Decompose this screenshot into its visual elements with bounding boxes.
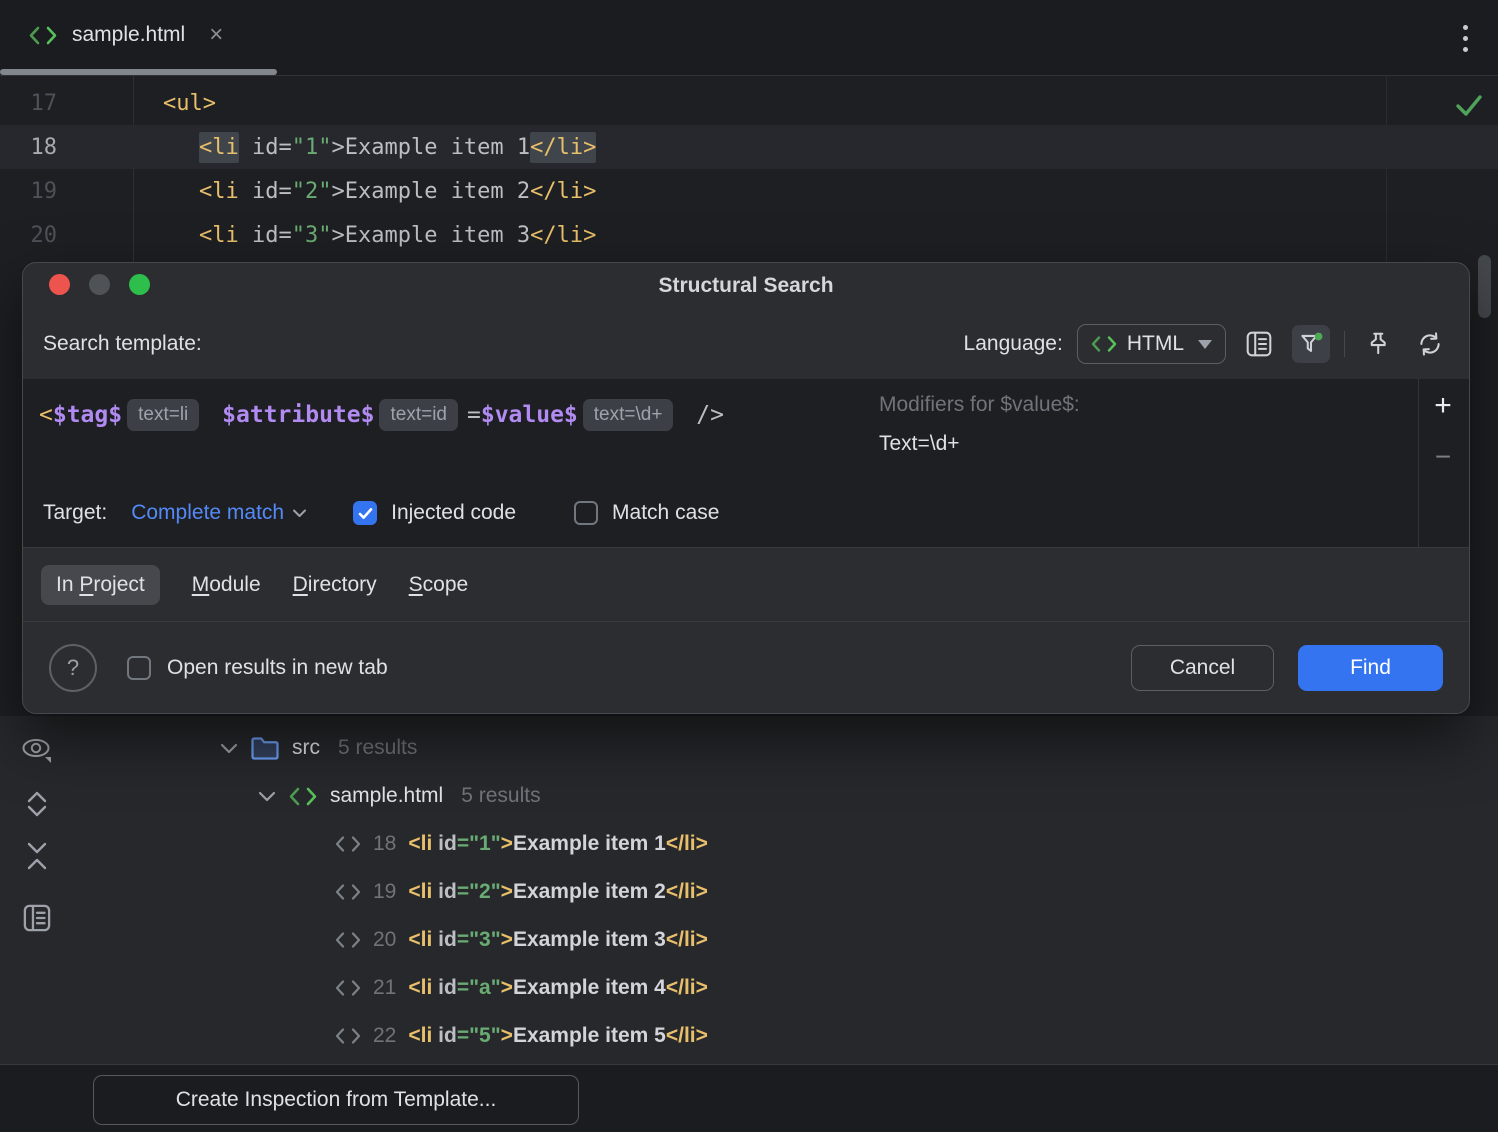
- scope-tab-scope[interactable]: Scope: [409, 573, 469, 597]
- kebab-menu-icon[interactable]: [1456, 22, 1474, 54]
- scope-tab-in-project[interactable]: In Project: [41, 565, 160, 605]
- modifier-value[interactable]: Text=\d+: [879, 432, 1080, 456]
- search-template-row: Search template: Language: HTML: [43, 315, 1449, 373]
- match-case-checkbox[interactable]: [574, 501, 598, 525]
- scope-tab-module[interactable]: Module: [192, 573, 261, 597]
- editor-line: 20 <li id="3">Example item 3</li>: [0, 213, 1498, 257]
- scope-tab-directory[interactable]: Directory: [293, 573, 377, 597]
- match-row[interactable]: 20 <li id="3">Example item 3</li>: [0, 916, 1498, 964]
- find-results-panel: src 5 results sample.html 5 results 18 <…: [0, 716, 1498, 1064]
- file-name: sample.html: [330, 784, 443, 808]
- match-code: <li id="a">Example item 4</li>: [408, 976, 708, 1000]
- tab-close-icon[interactable]: ×: [209, 25, 223, 45]
- dialog-title: Structural Search: [23, 263, 1469, 307]
- pin-icon[interactable]: [1359, 325, 1397, 363]
- editor-scrollbar-thumb[interactable]: [1478, 255, 1491, 318]
- editor-line: 19 <li id="2">Example item 2</li>: [0, 169, 1498, 213]
- match-line-number: 22: [373, 1024, 396, 1048]
- language-cluster: Language: HTML: [964, 324, 1449, 364]
- open-results-label[interactable]: Open results in new tab: [167, 656, 388, 680]
- line-number: 20: [0, 223, 133, 248]
- modifiers-title: Modifiers for $value$:: [879, 389, 1080, 421]
- tab-sample-html[interactable]: sample.html ×: [0, 0, 247, 70]
- match-line-number: 18: [373, 832, 396, 856]
- search-template-input[interactable]: <$tag$text=li $attribute$text=id=$value$…: [39, 393, 724, 437]
- target-dropdown[interactable]: Complete match: [131, 501, 307, 525]
- match-row[interactable]: 21 <li id="a">Example item 4</li>: [0, 964, 1498, 1012]
- line-number: 18: [0, 135, 133, 160]
- language-label: Language:: [964, 332, 1063, 356]
- match-line-number: 20: [373, 928, 396, 952]
- find-button[interactable]: Find: [1298, 645, 1443, 691]
- check-icon: [358, 507, 373, 520]
- result-count: 5 results: [461, 784, 540, 808]
- create-inspection-button[interactable]: Create Inspection from Template...: [93, 1075, 579, 1125]
- match-code: <li id="2">Example item 2</li>: [408, 880, 708, 904]
- match-row[interactable]: 19 <li id="2">Example item 2</li>: [0, 868, 1498, 916]
- chevron-down-icon: [292, 509, 307, 518]
- refresh-icon[interactable]: [1411, 325, 1449, 363]
- language-dropdown[interactable]: HTML: [1077, 324, 1226, 364]
- editor-line: 17 <ul>: [0, 81, 1498, 125]
- injected-code-checkbox[interactable]: [353, 501, 377, 525]
- modifier-controls: + −: [1418, 379, 1467, 547]
- dialog-footer: ? Open results in new tab Cancel Find: [23, 621, 1469, 713]
- target-label: Target:: [43, 501, 107, 525]
- code-text: <li id="3">Example item 3</li>: [133, 223, 596, 248]
- code-text: <li id="2">Example item 2</li>: [133, 179, 596, 204]
- tab-title: sample.html: [72, 23, 185, 47]
- help-question-icon[interactable]: ?: [49, 644, 97, 692]
- existing-templates-book-icon[interactable]: [1240, 325, 1278, 363]
- match-case-label[interactable]: Match case: [612, 501, 719, 525]
- template-editor-section: <$tag$text=li $attribute$text=id=$value$…: [23, 379, 1469, 547]
- match-line-number: 21: [373, 976, 396, 1000]
- ide-window: sample.html × 17 <ul> 18 <li id="1">Exam…: [0, 0, 1498, 1132]
- target-value: Complete match: [131, 501, 284, 525]
- line-number: 19: [0, 179, 133, 204]
- search-template-label: Search template:: [43, 332, 202, 356]
- match-row[interactable]: 18 <li id="1">Example item 1</li>: [0, 820, 1498, 868]
- match-line-number: 19: [373, 880, 396, 904]
- chevron-down-icon[interactable]: [220, 743, 238, 754]
- html-file-icon: [288, 787, 318, 806]
- add-modifier-button[interactable]: +: [1419, 391, 1467, 421]
- code-tag-icon: [1091, 336, 1117, 352]
- match-code: <li id="5">Example item 5</li>: [408, 1024, 708, 1048]
- open-results-checkbox[interactable]: [127, 656, 151, 680]
- code-text: <ul>: [133, 91, 216, 116]
- code-tag-icon: [335, 1028, 361, 1044]
- line-number: 17: [0, 91, 133, 116]
- bottom-action-bar: Create Inspection from Template...: [0, 1064, 1498, 1132]
- cancel-button[interactable]: Cancel: [1131, 645, 1274, 691]
- tree-row-src-folder[interactable]: src 5 results: [0, 724, 1498, 772]
- modifiers-panel: Modifiers for $value$: Text=\d+: [879, 389, 1080, 456]
- result-count: 5 results: [338, 736, 417, 760]
- code-tag-icon: [335, 836, 361, 852]
- editor-tab-bar: sample.html ×: [0, 0, 1498, 76]
- chevron-down-icon[interactable]: [258, 791, 276, 802]
- tree-row-sample-html[interactable]: sample.html 5 results: [0, 772, 1498, 820]
- structural-search-dialog: Structural Search Search template: Langu…: [22, 262, 1470, 714]
- html-file-icon: [28, 26, 58, 45]
- code-tag-icon: [335, 980, 361, 996]
- folder-icon: [250, 736, 280, 761]
- chevron-down-icon: [1198, 340, 1212, 349]
- code-tag-icon: [335, 932, 361, 948]
- match-code: <li id="3">Example item 3</li>: [408, 928, 708, 952]
- editor-line-current: 18 <li id="1">Example item 1</li>: [0, 125, 1498, 169]
- code-text: <li id="1">Example item 1</li>: [133, 135, 596, 160]
- match-code: <li id="1">Example item 1</li>: [408, 832, 708, 856]
- match-row[interactable]: 22 <li id="5">Example item 5</li>: [0, 1012, 1498, 1060]
- toolbar-divider: [1344, 331, 1345, 357]
- code-tag-icon: [335, 884, 361, 900]
- target-row: Target: Complete match Injected code: [43, 493, 719, 533]
- filter-icon[interactable]: [1292, 325, 1330, 363]
- remove-modifier-button[interactable]: −: [1419, 443, 1467, 471]
- scope-tabs: In Project Module Directory Scope: [23, 547, 1469, 621]
- folder-name: src: [292, 736, 320, 760]
- language-value: HTML: [1127, 332, 1184, 356]
- inspections-ok-checkmark-icon[interactable]: [1454, 92, 1484, 118]
- injected-code-label[interactable]: Injected code: [391, 501, 516, 525]
